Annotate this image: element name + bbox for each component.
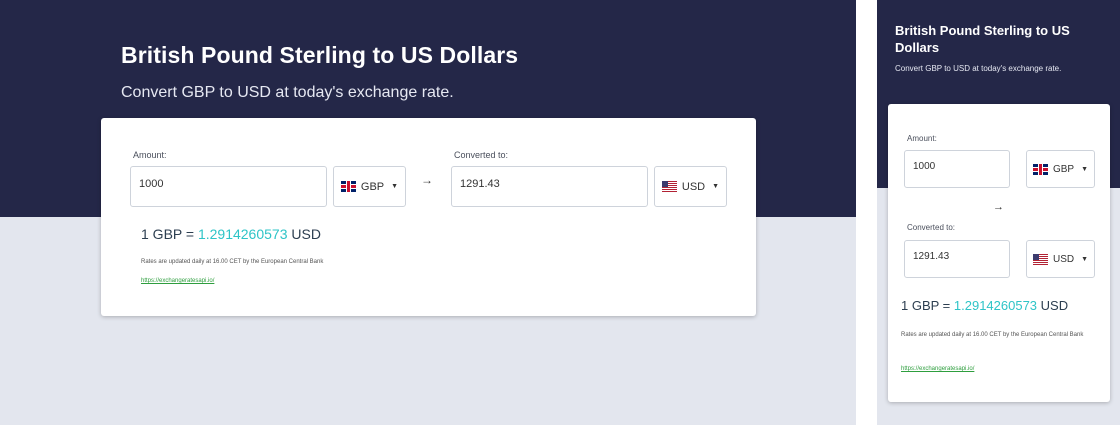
from-currency-select[interactable]: GBP ▼ — [1026, 150, 1095, 188]
from-currency-select[interactable]: GBP ▼ — [333, 166, 406, 207]
caret-down-icon: ▼ — [391, 183, 399, 190]
converted-label: Converted to: — [454, 150, 509, 160]
arrow-right-icon: → — [993, 201, 1004, 213]
to-currency-select[interactable]: USD ▼ — [1026, 240, 1095, 278]
caret-down-icon: ▼ — [1081, 165, 1089, 173]
amount-input[interactable]: 1000 — [130, 166, 327, 207]
uk-flag-icon — [1032, 163, 1048, 175]
caret-down-icon: ▼ — [712, 183, 720, 190]
source-link[interactable]: https://exchangeratesapi.io/ — [901, 366, 974, 372]
converted-label: Converted to: — [907, 223, 956, 232]
desktop-view: British Pound Sterling to US Dollars Con… — [0, 0, 856, 425]
amount-label: Amount: — [133, 150, 167, 160]
page-title: British Pound Sterling to US Dollars — [895, 23, 1070, 55]
rates-note: Rates are updated daily at 16.00 CET by … — [901, 332, 1084, 338]
exchange-rate: 1 GBP = 1.2914260573 USD — [141, 226, 321, 242]
rates-note: Rates are updated daily at 16.00 CET by … — [141, 259, 324, 265]
from-currency-value: GBP — [1052, 163, 1075, 175]
arrow-right-icon: → — [421, 173, 433, 187]
us-flag-icon — [661, 181, 677, 192]
to-currency-select[interactable]: USD ▼ — [654, 166, 727, 207]
mobile-view: British Pound Sterling to US Dollars Con… — [877, 0, 1120, 425]
rate-prefix: 1 GBP = — [901, 298, 954, 313]
rate-suffix: USD — [1037, 298, 1069, 313]
to-currency-value: USD — [1052, 253, 1075, 265]
rate-suffix: USD — [287, 226, 321, 242]
rate-prefix: 1 GBP = — [141, 226, 198, 242]
to-currency-value: USD — [681, 180, 706, 193]
rate-value: 1.2914260573 — [953, 298, 1038, 313]
amount-label: Amount: — [907, 134, 937, 143]
page-title: British Pound Sterling to US Dollars — [121, 42, 519, 68]
converted-output[interactable]: 1291.43 — [904, 240, 1010, 278]
exchange-rate: 1 GBP = 1.2914260573 USD — [901, 298, 1068, 313]
rate-value: 1.2914260573 — [197, 226, 288, 242]
converter-card: Amount: 1000 GBP ▼ → Converted to: 1291.… — [101, 118, 756, 316]
uk-flag-icon — [340, 181, 356, 192]
source-link[interactable]: https://exchangeratesapi.io/ — [141, 278, 214, 284]
page-subtitle: Convert GBP to USD at today's exchange r… — [121, 84, 454, 101]
from-currency-value: GBP — [360, 180, 385, 193]
us-flag-icon — [1032, 253, 1048, 265]
amount-input[interactable]: 1000 — [904, 150, 1010, 188]
caret-down-icon: ▼ — [1081, 255, 1089, 263]
page-subtitle: Convert GBP to USD at today's exchange r… — [895, 64, 1062, 73]
converter-card: Amount: 1000 GBP ▼ → Converted to: 1291.… — [888, 104, 1110, 402]
converted-output[interactable]: 1291.43 — [451, 166, 648, 207]
